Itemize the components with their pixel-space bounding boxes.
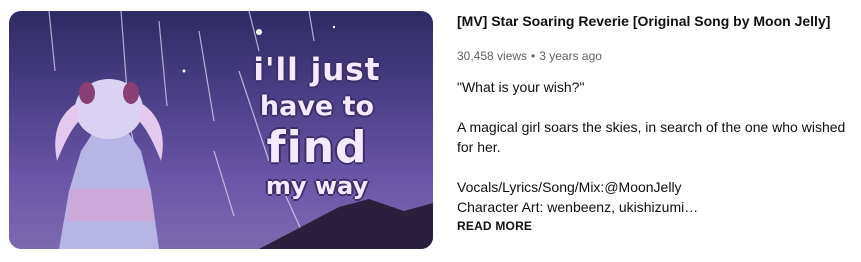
- video-description: "What is your wish?" A magical girl soar…: [457, 79, 846, 215]
- thumbnail-caption-line: i'll just: [253, 52, 381, 88]
- video-result-card[interactable]: i'll just have to find my way [MV] Star …: [0, 0, 861, 262]
- view-count: 30,458 views: [457, 49, 528, 63]
- read-more-button[interactable]: READ MORE: [457, 219, 532, 233]
- meta-separator: •: [531, 49, 536, 63]
- bright-star: [256, 29, 262, 35]
- mountain-silhouette: [259, 199, 433, 249]
- thumbnail-caption-line: have to: [259, 91, 375, 122]
- small-star: [332, 25, 336, 29]
- character-illustration: [55, 79, 163, 249]
- video-metadata: 30,458 views • 3 years ago: [457, 48, 852, 64]
- video-info: [MV] Star Soaring Reverie [Original Song…: [457, 12, 852, 235]
- thumbnail-caption-line: find: [266, 122, 368, 173]
- small-star: [182, 69, 186, 73]
- video-thumbnail[interactable]: i'll just have to find my way: [9, 11, 433, 249]
- thumbnail-caption: i'll just have to find my way: [237, 52, 397, 200]
- video-title-link[interactable]: [MV] Star Soaring Reverie [Original Song…: [457, 12, 852, 30]
- thumbnail-caption-line: my way: [265, 172, 369, 200]
- upload-age: 3 years ago: [539, 49, 602, 63]
